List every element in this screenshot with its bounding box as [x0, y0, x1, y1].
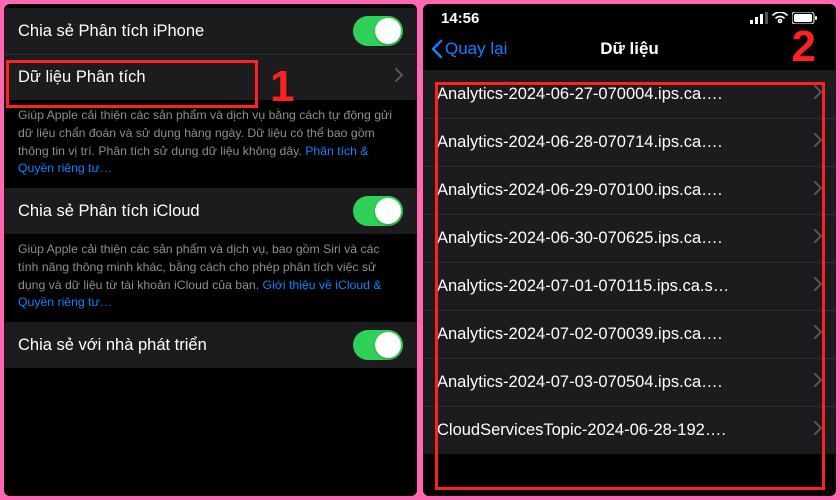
toggle-share-icloud[interactable] — [353, 196, 403, 226]
wifi-icon — [772, 12, 788, 24]
back-label: Quay lại — [445, 39, 507, 59]
row-share-iphone-analytics[interactable]: Chia sẻ Phân tích iPhone — [4, 8, 417, 54]
file-row[interactable]: Analytics-2024-07-02-070039.ips.ca…. — [423, 310, 836, 358]
file-name: Analytics-2024-07-01-070115.ips.ca.s… — [437, 277, 814, 296]
chevron-right-icon — [395, 68, 403, 87]
file-row[interactable]: Analytics-2024-07-01-070115.ips.ca.s… — [423, 262, 836, 310]
group-share-iphone: Chia sẻ Phân tích iPhone Dữ liệu Phân tí… — [4, 8, 417, 100]
file-name: Analytics-2024-06-27-070004.ips.ca…. — [437, 85, 814, 104]
row-share-icloud-analytics[interactable]: Chia sẻ Phân tích iCloud — [4, 188, 417, 234]
chevron-right-icon — [814, 85, 822, 104]
row-analytics-data[interactable]: Dữ liệu Phân tích — [4, 54, 417, 100]
chevron-left-icon — [431, 39, 443, 59]
row-label: Chia sẻ Phân tích iPhone — [18, 22, 353, 41]
file-name: Analytics-2024-06-29-070100.ips.ca…. — [437, 181, 814, 200]
file-name: Analytics-2024-06-30-070625.ips.ca…. — [437, 229, 814, 248]
signal-icon — [750, 12, 768, 24]
status-indicators — [750, 12, 818, 24]
toggle-share-developers[interactable] — [353, 330, 403, 360]
toggle-share-iphone[interactable] — [353, 16, 403, 46]
file-row[interactable]: CloudServicesTopic-2024-06-28-192…. — [423, 406, 836, 454]
back-button[interactable]: Quay lại — [431, 39, 507, 59]
chevron-right-icon — [814, 277, 822, 296]
file-name: Analytics-2024-06-28-070714.ips.ca…. — [437, 133, 814, 152]
panel-data-list: 14:56 Quay lại Dữ liệu Analytics-2024-06… — [423, 4, 836, 496]
row-share-developers[interactable]: Chia sẻ với nhà phát triển — [4, 322, 417, 368]
status-bar: 14:56 — [423, 4, 836, 30]
row-label: Chia sẻ Phân tích iCloud — [18, 202, 353, 221]
chevron-right-icon — [814, 229, 822, 248]
file-row[interactable]: Analytics-2024-06-29-070100.ips.ca…. — [423, 166, 836, 214]
row-label: Dữ liệu Phân tích — [18, 68, 395, 87]
status-time: 14:56 — [441, 10, 479, 27]
panel-analytics-settings: Chia sẻ Phân tích iPhone Dữ liệu Phân tí… — [4, 4, 417, 496]
row-label: Chia sẻ với nhà phát triển — [18, 336, 353, 355]
file-row[interactable]: Analytics-2024-06-27-070004.ips.ca…. — [423, 70, 836, 118]
footer-icloud-analytics: Giúp Apple cải thiện các sản phẩm và dịc… — [4, 234, 417, 322]
chevron-right-icon — [814, 181, 822, 200]
file-name: Analytics-2024-07-03-070504.ips.ca…. — [437, 373, 814, 392]
file-name: CloudServicesTopic-2024-06-28-192…. — [437, 421, 814, 440]
page-title: Dữ liệu — [600, 39, 659, 59]
group-share-developers: Chia sẻ với nhà phát triển — [4, 322, 417, 368]
chevron-right-icon — [814, 133, 822, 152]
nav-bar: Quay lại Dữ liệu — [423, 30, 836, 70]
chevron-right-icon — [814, 373, 822, 392]
file-row[interactable]: Analytics-2024-06-30-070625.ips.ca…. — [423, 214, 836, 262]
file-row[interactable]: Analytics-2024-06-28-070714.ips.ca…. — [423, 118, 836, 166]
file-name: Analytics-2024-07-02-070039.ips.ca…. — [437, 325, 814, 344]
battery-icon — [792, 12, 818, 24]
file-list: Analytics-2024-06-27-070004.ips.ca…. Anal… — [423, 70, 836, 496]
footer-iphone-analytics: Giúp Apple cải thiện các sản phẩm và dịc… — [4, 100, 417, 188]
group-share-icloud: Chia sẻ Phân tích iCloud — [4, 188, 417, 234]
file-row[interactable]: Analytics-2024-07-03-070504.ips.ca…. — [423, 358, 836, 406]
chevron-right-icon — [814, 421, 822, 440]
chevron-right-icon — [814, 325, 822, 344]
